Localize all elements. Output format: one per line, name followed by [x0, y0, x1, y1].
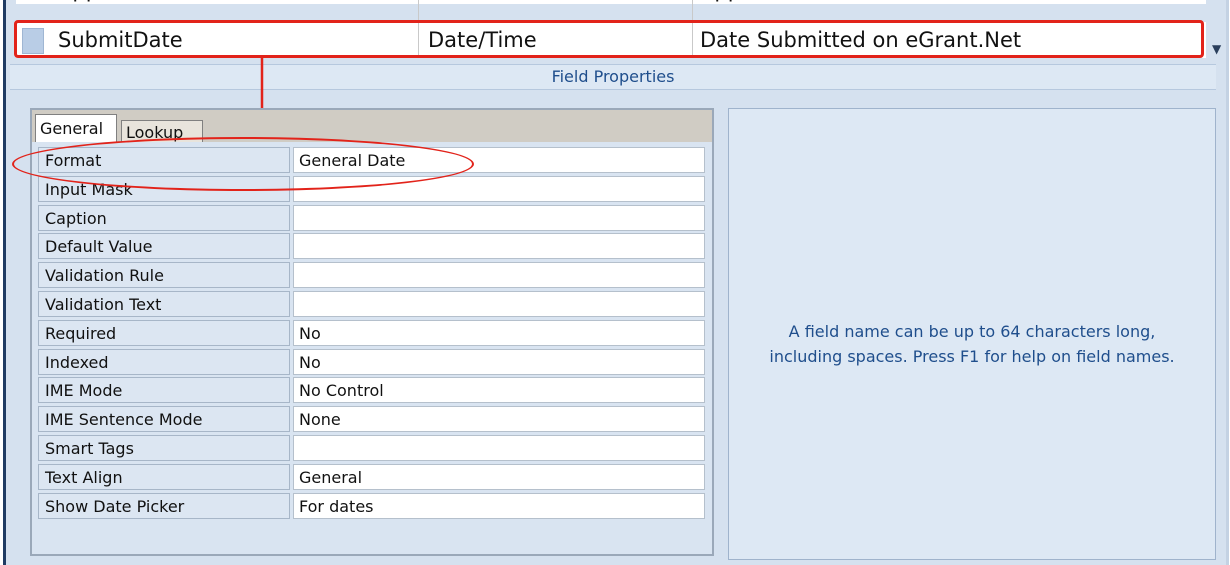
property-name: Indexed	[38, 348, 290, 375]
help-panel: A field name can be up to 64 characters …	[728, 108, 1216, 560]
property-name: Caption	[38, 204, 290, 231]
property-value[interactable]: General	[293, 463, 705, 490]
property-value[interactable]	[293, 290, 705, 317]
property-grid: Format General Date Input Mask Caption De…	[38, 146, 708, 520]
annotation-ellipse	[12, 137, 474, 191]
property-name: Validation Text	[38, 290, 290, 317]
property-name: Smart Tags	[38, 434, 290, 461]
property-value[interactable]: No Control	[293, 377, 705, 404]
property-name: Text Align	[38, 463, 290, 490]
table-row-partial[interactable]: ApplicationID Number ApplicationID from …	[16, 0, 1206, 20]
field-name-cell[interactable]: ApplicationID	[58, 0, 418, 8]
property-value[interactable]	[293, 204, 705, 231]
property-name: IME Mode	[38, 377, 290, 404]
property-name: Required	[38, 319, 290, 346]
property-row[interactable]: IME Sentence Mode None	[38, 405, 708, 434]
tab-general[interactable]: General	[35, 114, 117, 142]
property-name: Validation Rule	[38, 262, 290, 289]
annotation-highlight-rectangle	[14, 20, 1204, 58]
property-row[interactable]: IME Mode No Control	[38, 376, 708, 405]
property-row[interactable]: Caption	[38, 204, 708, 233]
column-divider	[692, 0, 693, 20]
property-name: Show Date Picker	[38, 492, 290, 519]
property-row[interactable]: Required No	[38, 319, 708, 348]
field-properties-title: Field Properties	[551, 67, 675, 86]
property-row[interactable]: Smart Tags	[38, 434, 708, 463]
property-row[interactable]: Validation Text	[38, 290, 708, 319]
property-name: Default Value	[38, 233, 290, 260]
property-row[interactable]: Validation Rule	[38, 261, 708, 290]
property-row[interactable]: Text Align General	[38, 463, 708, 492]
help-text-line: A field name can be up to 64 characters …	[788, 322, 1156, 341]
property-value[interactable]	[293, 434, 705, 461]
help-text-line: including spaces. Press F1 for help on f…	[769, 347, 1175, 366]
help-text: A field name can be up to 64 characters …	[729, 319, 1215, 369]
property-value[interactable]: For dates	[293, 492, 705, 519]
property-row[interactable]: Default Value	[38, 232, 708, 261]
property-row[interactable]: Indexed No	[38, 348, 708, 377]
property-value[interactable]: No	[293, 319, 705, 346]
property-value[interactable]	[293, 233, 705, 260]
table-design-window: ApplicationID Number ApplicationID from …	[0, 0, 1230, 565]
property-value[interactable]: None	[293, 406, 705, 433]
data-type-cell[interactable]: Number	[428, 0, 688, 8]
scroll-down-arrow-icon[interactable]: ▼	[1212, 42, 1221, 56]
window-right-border	[1226, 0, 1229, 565]
field-properties-bar: Field Properties	[10, 64, 1216, 90]
column-divider	[418, 0, 419, 20]
property-row[interactable]: Show Date Picker For dates	[38, 492, 708, 521]
property-value[interactable]	[293, 262, 705, 289]
property-value[interactable]: No	[293, 348, 705, 375]
description-cell[interactable]: ApplicationID from eGrant.Net	[700, 0, 1200, 8]
property-name: IME Sentence Mode	[38, 406, 290, 433]
